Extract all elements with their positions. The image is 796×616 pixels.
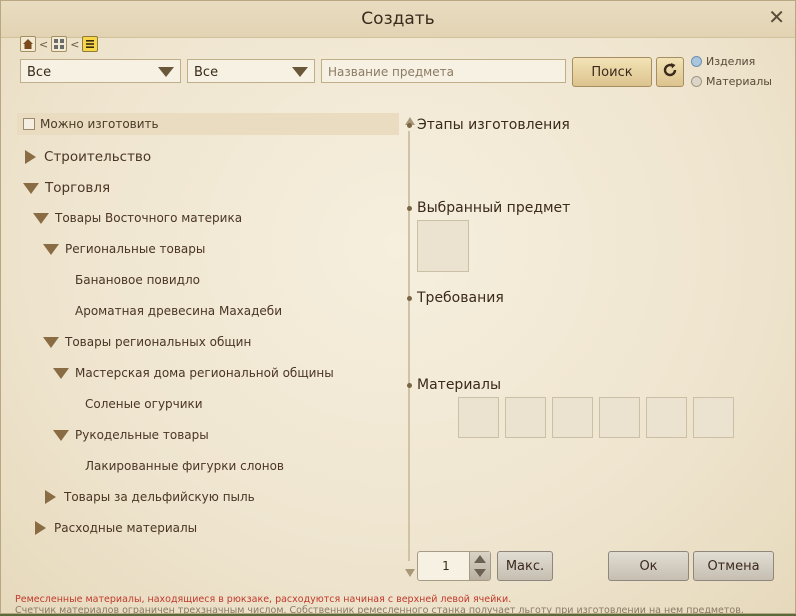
triangle-down-icon <box>23 182 39 194</box>
tree-item-delphic-dust-goods[interactable]: Товары за дельфийскую пыль <box>45 490 255 504</box>
triangle-down-icon <box>53 429 69 441</box>
material-slot[interactable] <box>458 397 499 438</box>
search-button[interactable]: Поиск <box>572 57 652 87</box>
radio-products-dot <box>691 55 702 67</box>
triangle-down-icon <box>43 243 59 255</box>
material-slot[interactable] <box>599 397 640 438</box>
list-icon[interactable] <box>82 36 99 52</box>
tree-item-aromatic-wood[interactable]: Ароматная древесина Махадеби <box>75 304 282 318</box>
refresh-button[interactable] <box>656 57 684 87</box>
selected-item-heading: Выбранный предмет <box>407 200 570 216</box>
bullet-icon <box>407 205 412 211</box>
bullet-icon <box>407 122 412 128</box>
stages-heading: Этапы изготовления <box>407 117 570 133</box>
tree-item-consumables[interactable]: Расходные материалы <box>35 521 197 535</box>
tree-scrollbar[interactable] <box>403 113 415 581</box>
title-bar: Создать ✕ <box>1 1 795 38</box>
category-select-1-value: Все <box>27 65 52 80</box>
ok-button[interactable]: Ок <box>608 551 689 581</box>
quantity-stepper-arrows[interactable] <box>469 552 490 580</box>
tree-item-handicraft[interactable]: Рукодельные товары <box>53 428 209 442</box>
material-slot[interactable] <box>646 397 687 438</box>
tree-item-label: Региональные товары <box>65 242 206 256</box>
max-button[interactable]: Макс. <box>497 551 553 581</box>
triangle-down-icon <box>33 212 49 224</box>
breadcrumb-separator: < <box>39 37 49 51</box>
quantity-value: 1 <box>442 559 450 573</box>
requirements-heading-label: Требования <box>417 290 504 306</box>
can-craft-checkbox[interactable]: Можно изготовить <box>17 113 399 135</box>
tree-item-label: Соленые огурчики <box>85 397 203 411</box>
tree-item-label: Товары за дельфийскую пыль <box>64 490 255 504</box>
selected-item-heading-label: Выбранный предмет <box>417 200 571 216</box>
requirements-heading: Требования <box>407 290 504 306</box>
tree-item-label: Товары региональных общин <box>65 335 252 349</box>
can-craft-label: Можно изготовить <box>40 117 159 131</box>
tree-item-label: Банановое повидло <box>75 273 200 287</box>
increment-icon[interactable] <box>474 555 486 563</box>
material-counter-note: Счетчик материалов ограничен трехзначным… <box>15 605 744 616</box>
backpack-materials-note: Ремесленные материалы, находящиеся в рюк… <box>15 594 512 605</box>
materials-heading: Материалы <box>407 377 501 393</box>
refresh-icon <box>661 61 679 83</box>
cancel-button[interactable]: Отмена <box>693 551 774 581</box>
tree-item-elephant-figurines[interactable]: Лакированные фигурки слонов <box>85 459 284 473</box>
chevron-down-icon <box>292 67 308 77</box>
tree-item-label: Расходные материалы <box>54 521 198 535</box>
tree-item-construction[interactable]: Строительство <box>25 149 151 165</box>
material-slot[interactable] <box>552 397 593 438</box>
radio-materials-dot <box>691 75 702 87</box>
tree-item-community-workshop[interactable]: Мастерская дома региональной общины <box>53 366 334 380</box>
tree-item-banana-jam[interactable]: Банановое повидло <box>75 273 200 287</box>
tree-item-label: Ароматная древесина Махадеби <box>75 304 282 318</box>
breadcrumb-separator: < <box>70 37 80 51</box>
window-title: Создать <box>361 9 435 29</box>
close-icon[interactable]: ✕ <box>768 5 785 29</box>
tree-item-community-goods[interactable]: Товары региональных общин <box>43 335 251 349</box>
bullet-icon <box>407 382 412 388</box>
category-select-1[interactable]: Все <box>20 59 181 83</box>
radio-products-label: Изделия <box>706 54 756 68</box>
triangle-right-icon <box>45 490 56 504</box>
chevron-down-icon <box>158 67 174 77</box>
tree-item-label: Торговля <box>45 180 111 196</box>
bullet-icon <box>407 295 412 301</box>
tree-item-label: Мастерская дома региональной общины <box>75 366 334 380</box>
quantity-stepper[interactable]: 1 <box>417 551 491 581</box>
decrement-icon[interactable] <box>474 569 486 577</box>
triangle-right-icon <box>25 150 36 164</box>
category-select-2-value: Все <box>194 65 219 80</box>
materials-heading-label: Материалы <box>417 377 501 393</box>
radio-materials-label: Материалы <box>706 74 772 88</box>
home-icon[interactable] <box>20 36 36 52</box>
stages-heading-label: Этапы изготовления <box>417 117 570 133</box>
scroll-down-icon[interactable] <box>405 569 415 577</box>
tree-item-trade[interactable]: Торговля <box>23 180 110 196</box>
tree-item-label: Товары Восточного материка <box>55 211 243 225</box>
triangle-down-icon <box>43 336 59 348</box>
selected-item-slot[interactable] <box>417 220 469 272</box>
breadcrumb: < < <box>20 35 99 53</box>
triangle-right-icon <box>35 521 46 535</box>
material-slot[interactable] <box>693 397 734 438</box>
recipe-tree-panel: Можно изготовить Строительство Торговля … <box>17 113 415 581</box>
radio-materials[interactable]: Материалы <box>691 73 791 89</box>
tree-item-pickles[interactable]: Соленые огурчики <box>85 397 203 411</box>
tree-item-regional-goods[interactable]: Региональные товары <box>43 242 205 256</box>
triangle-down-icon <box>53 367 69 379</box>
tree-item-label: Строительство <box>44 149 152 165</box>
tree-item-label: Рукодельные товары <box>75 428 209 442</box>
tree-item-eastern-goods[interactable]: Товары Восточного материка <box>33 211 242 225</box>
item-name-search-input[interactable]: Название предмета <box>321 59 566 83</box>
radio-products[interactable]: Изделия <box>691 53 791 69</box>
material-slot[interactable] <box>505 397 546 438</box>
scroll-track[interactable] <box>408 131 410 561</box>
tree-item-label: Лакированные фигурки слонов <box>85 459 284 473</box>
checkbox-icon <box>23 118 35 130</box>
category-select-2[interactable]: Все <box>187 59 315 83</box>
grid-icon[interactable] <box>51 36 68 52</box>
craft-window: Создать ✕ < < Все Все Название предмета … <box>0 0 796 616</box>
